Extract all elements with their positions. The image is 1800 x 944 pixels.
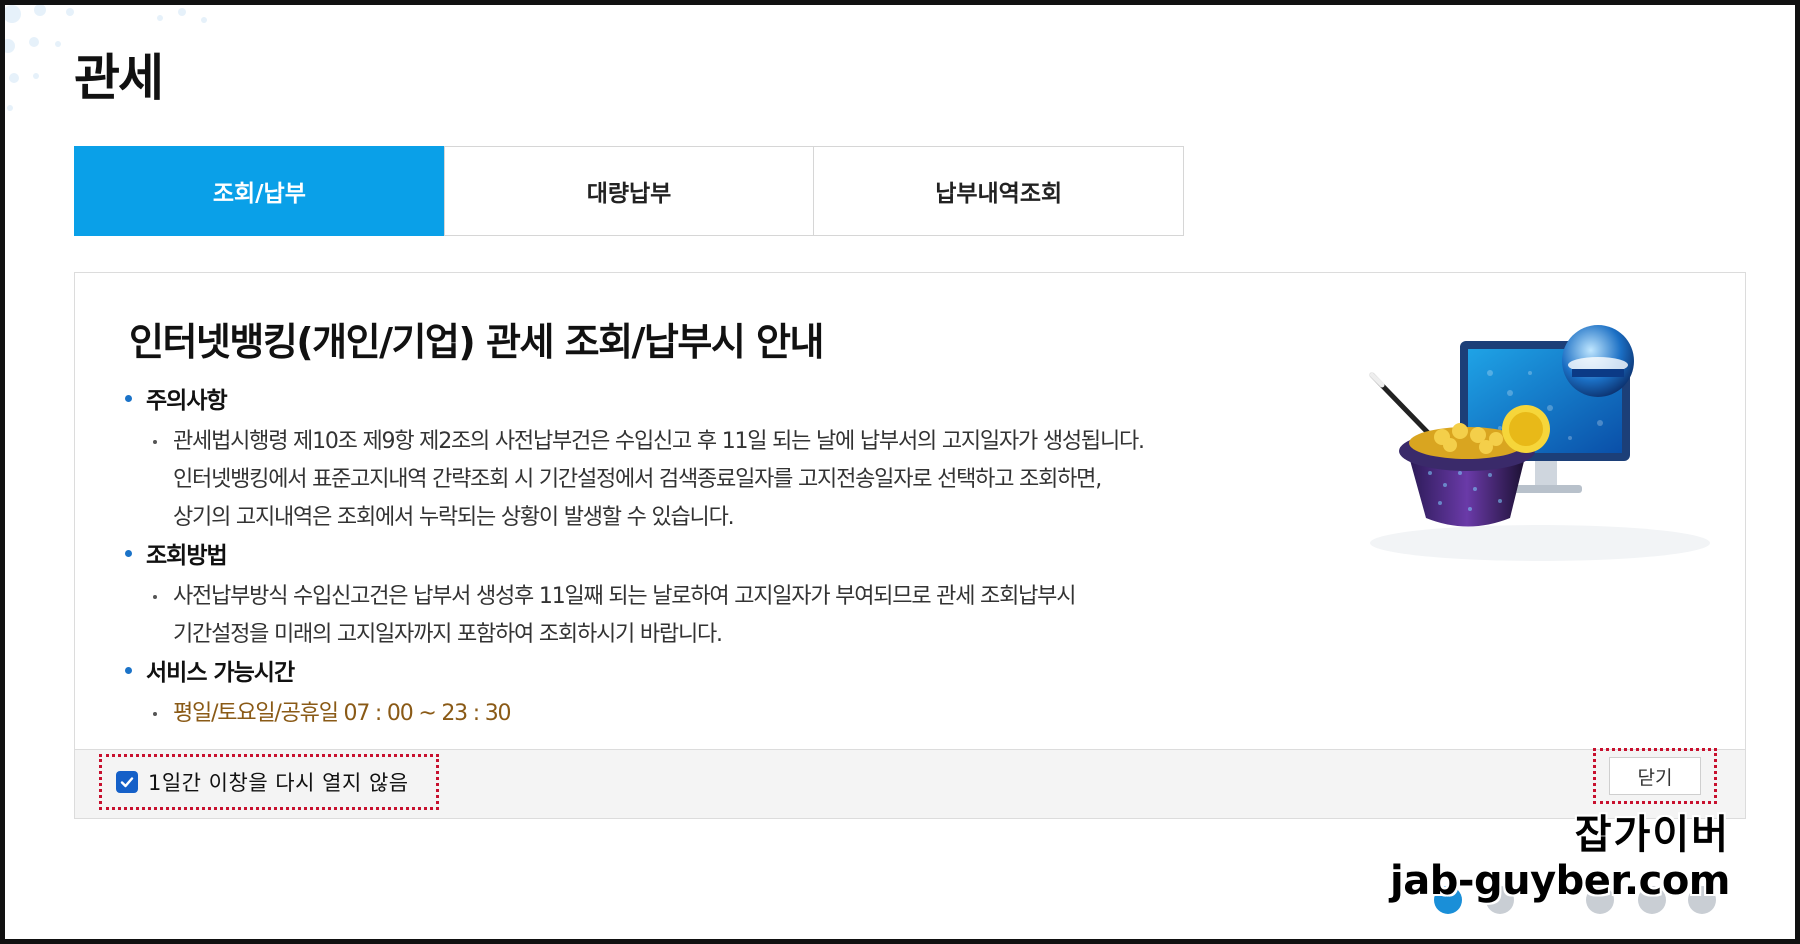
section-body: 관세법시행령 제10조 제9항 제2조의 사전납부건은 수입신고 후 11일 되… xyxy=(151,423,1145,537)
magic-hat-monitor-illustration xyxy=(1369,325,1710,561)
section-precautions: 주의사항 관세법시행령 제10조 제9항 제2조의 사전납부건은 수입신고 후 … xyxy=(125,381,1145,537)
bullet-icon xyxy=(125,549,132,557)
tab-inquiry-payment[interactable]: 조회/납부 xyxy=(74,146,445,236)
section-line: 인터넷뱅킹에서 표준고지내역 간략조회 시 기간설정에서 검색종료일자를 고지전… xyxy=(173,467,1102,492)
section-service-hours: 서비스 가능시간 평일/토요일/공휴일 07 : 00 ~ 23 : 30 xyxy=(125,653,512,733)
tab-payment-history[interactable]: 납부내역조회 xyxy=(813,146,1185,236)
notice-panel: 인터넷뱅킹(개인/기업) 관세 조회/납부시 안내 주의사항 관세법시행령 제1… xyxy=(74,272,1746,819)
bullet-icon xyxy=(125,394,132,402)
section-line: 기간설정을 미래의 고지일자까지 포함하여 조회하시기 바랍니다. xyxy=(173,622,723,647)
close-button[interactable]: 닫기 xyxy=(1609,757,1701,795)
section-line: 관세법시행령 제10조 제9항 제2조의 사전납부건은 수입신고 후 11일 되… xyxy=(173,429,1145,454)
watermark: 잡가이버 jab-guyber.com xyxy=(1390,812,1730,904)
tab-bulk-payment[interactable]: 대량납부 xyxy=(443,146,815,236)
bullet-icon xyxy=(125,666,132,674)
dont-show-again-checkbox[interactable] xyxy=(116,771,138,793)
section-line: 사전납부방식 수입신고건은 납부서 생성후 11일째 되는 날로하여 고지일자가… xyxy=(173,584,1076,609)
notice-heading: 인터넷뱅킹(개인/기업) 관세 조회/납부시 안내 xyxy=(129,320,824,364)
tab-bar: 조회/납부 대량납부 납부내역조회 xyxy=(74,146,1185,236)
section-body: 평일/토요일/공휴일 07 : 00 ~ 23 : 30 xyxy=(151,695,512,733)
watermark-url: jab-guyber.com xyxy=(1390,858,1730,904)
dont-show-again-highlight: 1일간 이창을 다시 열지 않음 xyxy=(99,754,439,810)
watermark-title: 잡가이버 xyxy=(1574,812,1730,858)
section-title: 서비스 가능시간 xyxy=(146,660,295,686)
dont-show-again-label[interactable]: 1일간 이창을 다시 열지 않음 xyxy=(148,767,409,797)
section-line: 상기의 고지내역은 조회에서 누락되는 상황이 발생할 수 있습니다. xyxy=(173,505,735,530)
list-bullet-icon xyxy=(153,595,157,599)
list-bullet-icon xyxy=(153,712,157,716)
section-title: 주의사항 xyxy=(146,388,228,414)
close-button-highlight: 닫기 xyxy=(1593,748,1717,804)
section-title: 조회방법 xyxy=(146,543,228,569)
checkmark-icon xyxy=(120,777,134,788)
notice-footer: 1일간 이창을 다시 열지 않음 닫기 xyxy=(75,748,1745,818)
page-title: 관세 xyxy=(74,49,164,107)
section-body: 사전납부방식 수입신고건은 납부서 생성후 11일째 되는 날로하여 고지일자가… xyxy=(151,578,1076,654)
service-hours-text: 평일/토요일/공휴일 07 : 00 ~ 23 : 30 xyxy=(173,701,512,726)
list-bullet-icon xyxy=(153,440,157,444)
section-inquiry-method: 조회방법 사전납부방식 수입신고건은 납부서 생성후 11일째 되는 날로하여 … xyxy=(125,536,1076,654)
